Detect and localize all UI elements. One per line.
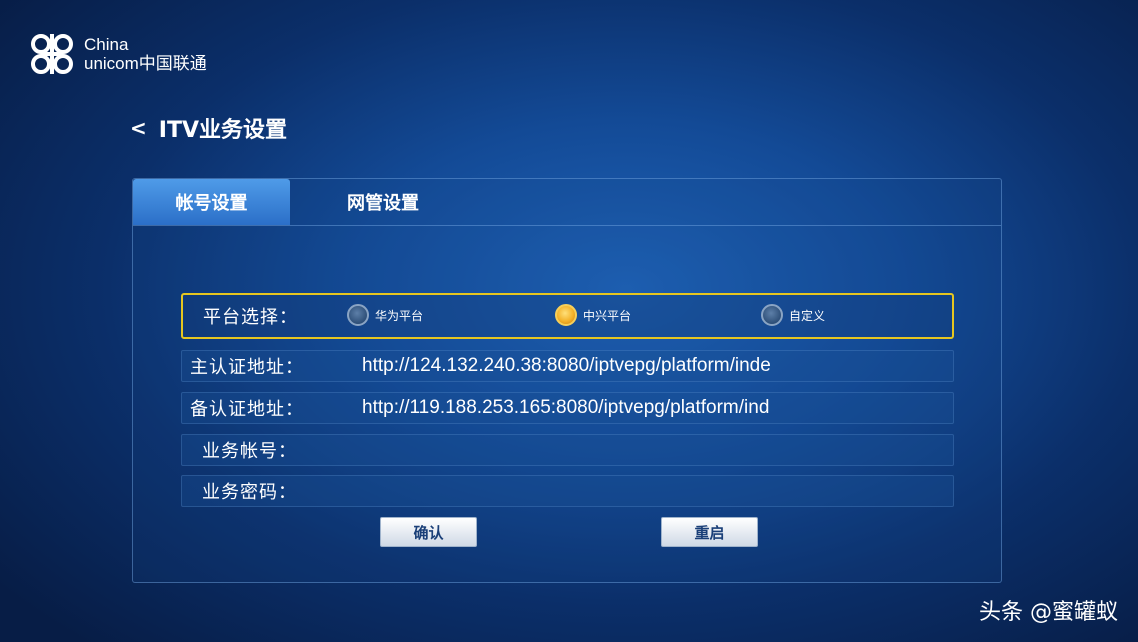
tab-network-settings[interactable]: 网管设置 [313, 179, 453, 225]
tab-account-settings[interactable]: 帐号设置 [133, 179, 290, 225]
page-title: ITV业务设置 [158, 118, 287, 143]
confirm-button[interactable]: 确认 [380, 517, 477, 547]
china-unicom-knot-icon [26, 30, 78, 78]
radio-custom[interactable]: 自定义 [761, 304, 825, 326]
back-chevron-icon[interactable]: < [130, 116, 147, 140]
primary-auth-row[interactable]: 主认证地址： http://124.132.240.38:8080/iptvep… [181, 350, 954, 382]
radio-zte-label: 中兴平台 [583, 308, 632, 323]
service-account-row[interactable]: 业务帐号： [181, 434, 954, 466]
backup-auth-field[interactable]: http://119.188.253.165:8080/iptvepg/plat… [362, 397, 932, 419]
page-header: < ITV业务设置 [130, 112, 287, 144]
watermark-text: 头条 @蜜罐蚁 [979, 600, 1118, 625]
brand-line-1: China [84, 35, 129, 54]
radio-huawei-label: 华为平台 [375, 308, 424, 323]
service-password-row[interactable]: 业务密码： [181, 475, 954, 507]
radio-custom-label: 自定义 [789, 308, 826, 323]
primary-auth-field[interactable]: http://124.132.240.38:8080/iptvepg/platf… [362, 355, 932, 377]
radio-unselected-icon [347, 304, 369, 326]
settings-panel: 帐号设置 网管设置 平台选择： 华为平台 中兴平台 自定义 主认证地址： htt… [132, 178, 1002, 583]
radio-zte[interactable]: 中兴平台 [555, 304, 631, 326]
radio-unselected-icon [761, 304, 783, 326]
radio-selected-icon [555, 304, 577, 326]
brand-line-2: unicom中国联通 [84, 54, 207, 73]
backup-auth-row[interactable]: 备认证地址： http://119.188.253.165:8080/iptve… [181, 392, 954, 424]
tab-bar: 帐号设置 网管设置 [133, 179, 1001, 226]
service-account-label: 业务帐号： [202, 441, 297, 462]
radio-huawei[interactable]: 华为平台 [347, 304, 423, 326]
restart-button[interactable]: 重启 [661, 517, 758, 547]
china-unicom-logo: China unicom中国联通 [26, 30, 207, 78]
primary-auth-label: 主认证地址： [190, 357, 304, 378]
service-password-label: 业务密码： [202, 482, 297, 503]
backup-auth-label: 备认证地址： [190, 399, 304, 420]
platform-select-row[interactable]: 平台选择： 华为平台 中兴平台 自定义 [181, 293, 954, 339]
platform-select-label: 平台选择： [203, 307, 298, 328]
